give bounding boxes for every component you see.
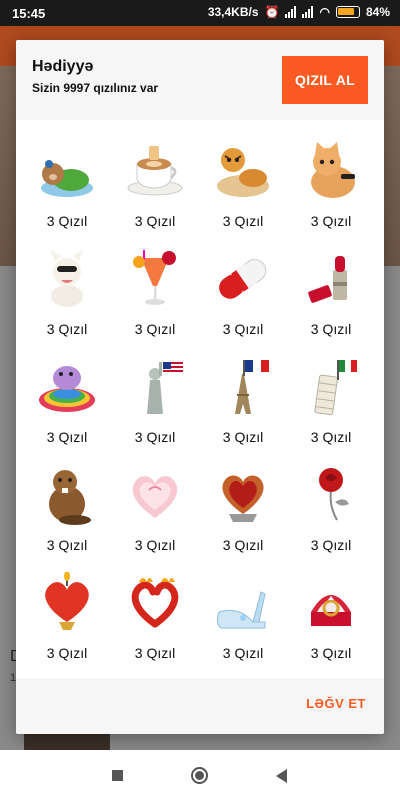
battery-icon: [335, 6, 360, 18]
beaver-icon: [37, 464, 97, 526]
cat-icon: [301, 140, 361, 202]
gift-item[interactable]: 3 Qızıl: [287, 351, 375, 459]
gift-item[interactable]: 3 Qızıl: [199, 567, 287, 675]
gift-item[interactable]: 3 Qızıl: [111, 135, 199, 243]
gift-item[interactable]: 3 Qızıl: [199, 459, 287, 567]
gift-price: 3 Qızıl: [134, 213, 176, 229]
dialog-header: Hədiyyə Sizin 9997 qızılınız var QIZIL A…: [16, 40, 384, 120]
status-time: 15:45: [12, 6, 46, 21]
gift-price: 3 Qızıl: [134, 429, 176, 445]
gift-price: 3 Qızıl: [46, 321, 88, 337]
gift-price: 3 Qızıl: [134, 321, 176, 337]
signal-icon: [285, 6, 297, 18]
dialog-title: Hədiyyə: [32, 58, 94, 75]
gift-item[interactable]: 3 Qızıl: [287, 135, 375, 243]
gift-price: 3 Qızıl: [222, 213, 264, 229]
gift-price: 3 Qızıl: [310, 537, 352, 553]
cocktail-icon: [125, 248, 185, 310]
navigation-bar: [0, 750, 400, 800]
battery-percent: 84%: [365, 5, 390, 19]
gift-item[interactable]: 3 Qızıl: [23, 351, 111, 459]
alarm-icon: ⏰: [264, 5, 280, 19]
gift-item[interactable]: 3 Qızıl: [111, 459, 199, 567]
pisa-tower-icon: [301, 356, 361, 418]
gift-item[interactable]: 3 Qızıl: [23, 567, 111, 675]
gold-balance-text: Sizin 9997 qızılınız var: [32, 81, 159, 95]
gift-price: 3 Qızıl: [310, 429, 352, 445]
eiffel-tower-icon: [213, 356, 273, 418]
gift-price: 3 Qızıl: [46, 537, 88, 553]
pill-icon: [213, 248, 273, 310]
gift-item[interactable]: 3 Qızıl: [199, 351, 287, 459]
wifi-icon: ◠: [319, 5, 330, 19]
gift-price: 3 Qızıl: [134, 537, 176, 553]
chili-heart-icon: [125, 572, 185, 634]
dialog-footer: LƏĞV ET: [16, 678, 384, 734]
gift-item[interactable]: 3 Qızıl: [287, 459, 375, 567]
gift-price: 3 Qızıl: [222, 429, 264, 445]
cancel-button[interactable]: LƏĞV ET: [306, 696, 366, 711]
gift-price: 3 Qızıl: [46, 213, 88, 229]
network-speed: 33,4KB/s: [207, 5, 259, 19]
status-bar: 15:45 33,4KB/s ⏰ ◠ 84%: [0, 0, 400, 26]
gift-price: 3 Qızıl: [310, 321, 352, 337]
gift-price: 3 Qızıl: [222, 537, 264, 553]
gift-price: 3 Qızıl: [134, 645, 176, 661]
gift-price: 3 Qızıl: [310, 213, 352, 229]
heart-candle-icon: [37, 572, 97, 634]
gift-price: 3 Qızıl: [46, 645, 88, 661]
gift-item[interactable]: 3 Qızıl: [111, 567, 199, 675]
gift-item[interactable]: 3 Qızıl: [23, 135, 111, 243]
back-icon[interactable]: [276, 769, 287, 783]
status-indicators: 33,4KB/s ⏰ ◠ 84%: [208, 5, 390, 19]
gift-item[interactable]: 3 Qızıl: [23, 243, 111, 351]
gift-item[interactable]: 3 Qızıl: [23, 459, 111, 567]
gift-item[interactable]: 3 Qızıl: [287, 243, 375, 351]
gift-item[interactable]: 3 Qızıl: [199, 243, 287, 351]
buy-gold-button[interactable]: QIZIL AL: [282, 56, 368, 104]
hippo-pool-icon: [37, 356, 97, 418]
tiger-cub-icon: [213, 140, 273, 202]
heart-cake-icon: [125, 464, 185, 526]
sleeping-bear-icon: [37, 140, 97, 202]
gift-item[interactable]: 3 Qızıl: [287, 567, 375, 675]
heart-pie-icon: [213, 464, 273, 526]
coffee-cup-icon: [125, 140, 185, 202]
ring-box-icon: [301, 572, 361, 634]
dog-icon: [37, 248, 97, 310]
gift-dialog: Hədiyyə Sizin 9997 qızılınız var QIZIL A…: [16, 40, 384, 734]
rose-icon: [301, 464, 361, 526]
gift-grid: 3 Qızıl 3 Qızıl 3 Qızıl 3 Qızıl 3 Qızıl 3 Qız…: [16, 135, 384, 675]
statue-of-liberty-icon: [125, 356, 185, 418]
gift-item[interactable]: 3 Qızıl: [199, 135, 287, 243]
gift-item[interactable]: 3 Qızıl: [111, 351, 199, 459]
gift-price: 3 Qızıl: [46, 429, 88, 445]
signal-icon-2: [302, 6, 314, 18]
gift-price: 3 Qızıl: [310, 645, 352, 661]
gift-price: 3 Qızıl: [222, 321, 264, 337]
glass-slipper-icon: [213, 572, 273, 634]
lipstick-icon: [301, 248, 361, 310]
gift-item[interactable]: 3 Qızıl: [111, 243, 199, 351]
recent-apps-icon[interactable]: [112, 770, 123, 781]
gift-price: 3 Qızıl: [222, 645, 264, 661]
home-icon[interactable]: [191, 767, 208, 784]
